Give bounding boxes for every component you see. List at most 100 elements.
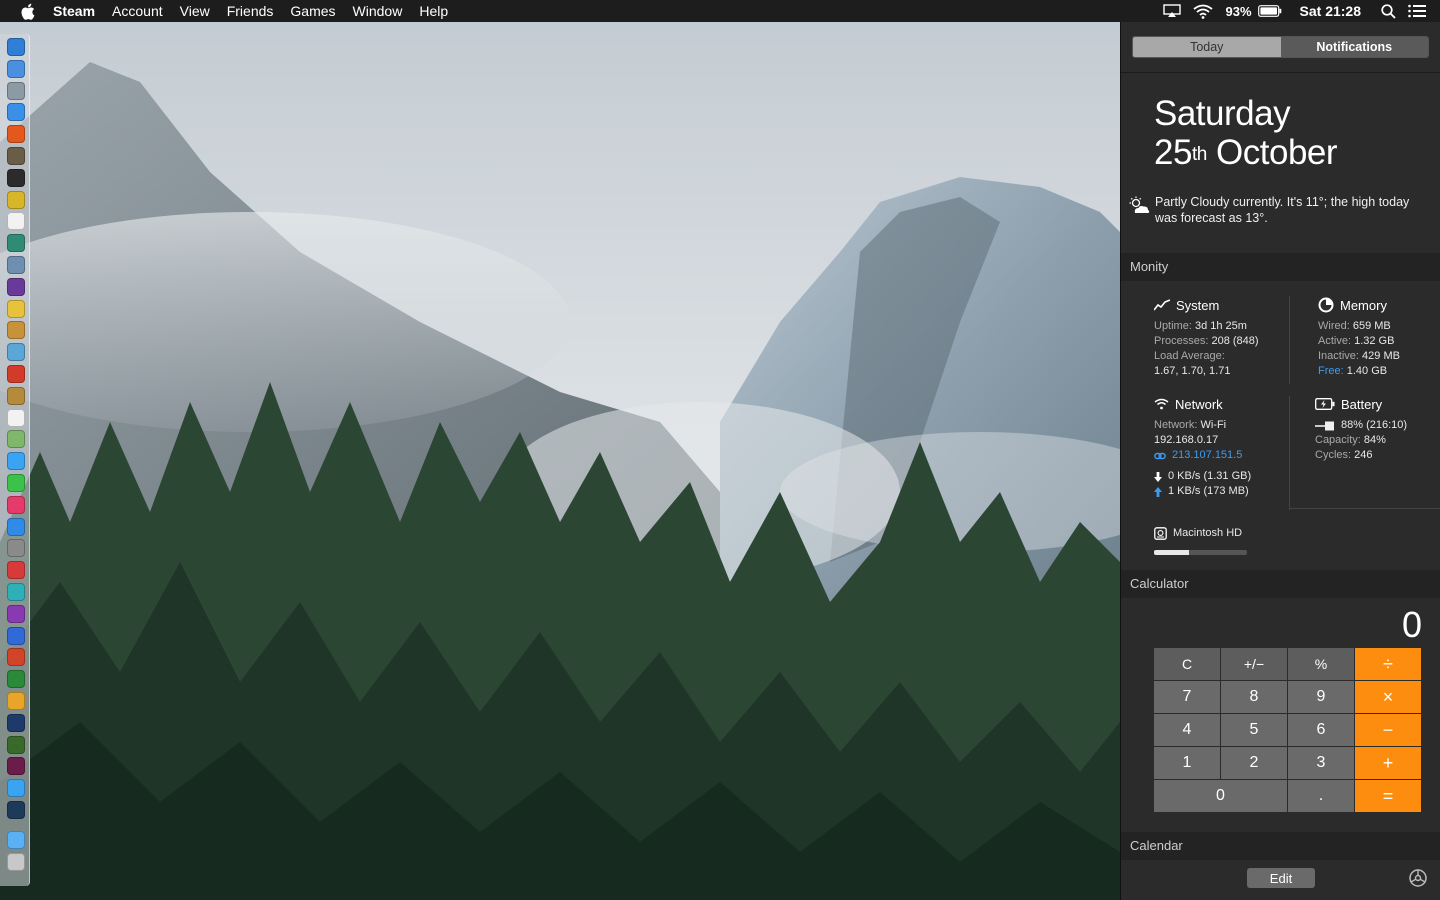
calc-key-7[interactable]: × (1355, 681, 1421, 713)
app-icon[interactable] (7, 168, 25, 187)
airplay-icon[interactable] (1163, 4, 1182, 18)
safari-compass-icon[interactable] (7, 103, 25, 122)
word-icon[interactable] (7, 626, 25, 645)
calc-key-16[interactable]: 0 (1154, 780, 1287, 812)
calc-key-2[interactable]: % (1288, 648, 1354, 680)
memory-title: Memory (1318, 296, 1433, 314)
free-label: Free: (1318, 365, 1344, 377)
calc-key-11[interactable]: − (1355, 714, 1421, 746)
calc-key-10[interactable]: 6 (1288, 714, 1354, 746)
menu-app-steam[interactable]: Steam (53, 0, 95, 22)
indesign-icon[interactable] (7, 757, 25, 776)
system-preferences-icon[interactable] (7, 539, 25, 558)
dreamweaver-icon[interactable] (7, 735, 25, 754)
monity-widget-header[interactable]: Monity (1121, 253, 1440, 281)
cycles-label: Cycles: (1315, 449, 1352, 461)
divider (1289, 396, 1290, 510)
outlook-icon[interactable] (7, 692, 25, 710)
calc-key-5[interactable]: 8 (1221, 681, 1287, 713)
battery-title-label: Battery (1341, 396, 1383, 412)
gear-icon[interactable] (1408, 868, 1428, 888)
active-value: 1.32 GB (1354, 335, 1395, 347)
edit-widgets-button[interactable]: Edit (1247, 868, 1315, 888)
messages-icon[interactable] (7, 452, 25, 471)
app-icon[interactable] (7, 365, 25, 383)
app-icon[interactable] (7, 321, 25, 340)
finder-icon[interactable] (7, 59, 25, 78)
calc-key-6[interactable]: 9 (1288, 681, 1354, 713)
calc-key-14[interactable]: 3 (1288, 747, 1354, 779)
calculator-widget-header[interactable]: Calculator (1121, 570, 1440, 598)
calc-key-15[interactable]: + (1355, 747, 1421, 779)
launchpad-icon[interactable] (7, 81, 25, 100)
upload-arrow-icon (1154, 486, 1162, 497)
menubar-clock[interactable]: Sat 21:28 (1300, 3, 1361, 19)
calc-key-3[interactable]: ÷ (1355, 648, 1421, 680)
calendar-icon[interactable] (7, 408, 25, 427)
menu-view[interactable]: View (180, 0, 210, 22)
menu-games[interactable]: Games (290, 0, 335, 22)
app-store-icon[interactable] (7, 517, 25, 536)
steam-icon[interactable] (7, 801, 25, 819)
menu-window[interactable]: Window (353, 0, 403, 22)
trash-icon[interactable] (7, 852, 25, 871)
onenote-icon[interactable] (7, 604, 25, 623)
app-icon[interactable] (7, 277, 25, 296)
app-icon[interactable] (7, 343, 25, 362)
menu-help[interactable]: Help (419, 0, 448, 22)
twitter-icon[interactable] (7, 779, 25, 798)
app-icon[interactable] (7, 234, 25, 253)
battery-percent[interactable]: 93% (1225, 4, 1251, 19)
public-ip[interactable]: 213.107.151.5 (1172, 448, 1242, 463)
wired-value: 659 MB (1352, 320, 1391, 332)
wired-label: Wired: (1318, 320, 1350, 332)
wifi-icon[interactable] (1193, 4, 1214, 19)
excel-icon[interactable] (7, 670, 25, 689)
app-icon[interactable] (7, 299, 25, 318)
facetime-icon[interactable] (7, 474, 25, 492)
yosemite-landscape-illustration (0, 22, 1120, 900)
app-icon[interactable] (7, 561, 25, 580)
calc-key-1[interactable]: +/− (1221, 648, 1287, 680)
spotlight-search-icon[interactable] (1381, 3, 1396, 19)
powerpoint-icon[interactable] (7, 648, 25, 667)
safari-icon[interactable] (7, 38, 25, 56)
calc-key-13[interactable]: 2 (1221, 747, 1287, 779)
notification-center-tabs: Today Notifications (1132, 36, 1429, 58)
calc-key-12[interactable]: 1 (1154, 747, 1220, 779)
today-month: October (1216, 133, 1338, 172)
processes-label: Processes: (1154, 335, 1209, 347)
tab-today[interactable]: Today (1133, 37, 1281, 57)
itunes-icon[interactable] (7, 495, 25, 514)
capacity-value: 84% (1363, 434, 1386, 446)
menu-account[interactable]: Account (112, 0, 163, 22)
app-icon[interactable] (7, 147, 25, 165)
apple-menu-icon[interactable] (18, 0, 36, 22)
calc-key-8[interactable]: 4 (1154, 714, 1220, 746)
weather-text: Partly Cloudy currently. It's 11°; the h… (1155, 195, 1410, 225)
calc-key-18[interactable]: = (1355, 780, 1421, 812)
firefox-icon[interactable] (7, 125, 25, 144)
notification-center-panel: Today Notifications Saturday 25th Octobe… (1120, 22, 1440, 900)
menu-friends[interactable]: Friends (227, 0, 274, 22)
app-icon[interactable] (7, 190, 25, 209)
battery-icon[interactable] (1257, 5, 1282, 17)
app-icon[interactable] (7, 583, 25, 601)
calc-key-4[interactable]: 7 (1154, 681, 1220, 713)
calc-key-17[interactable]: . (1288, 780, 1354, 812)
notification-center-icon[interactable] (1408, 4, 1426, 18)
photoshop-icon[interactable] (7, 713, 25, 732)
app-icon[interactable] (7, 256, 25, 274)
calc-key-9[interactable]: 5 (1221, 714, 1287, 746)
tab-notifications[interactable]: Notifications (1280, 37, 1428, 57)
weather-summary: Partly Cloudy currently. It's 11°; the h… (1127, 194, 1427, 226)
folder-icon[interactable] (7, 830, 25, 849)
app-icon[interactable] (7, 212, 25, 231)
maps-icon[interactable] (7, 430, 25, 449)
calc-key-0[interactable]: C (1154, 648, 1220, 680)
divider (1289, 296, 1290, 384)
network-title: Network (1154, 395, 1284, 413)
disk-usage-bar (1154, 550, 1247, 555)
calendar-widget-header[interactable]: Calendar (1121, 832, 1440, 860)
app-icon[interactable] (7, 386, 25, 405)
